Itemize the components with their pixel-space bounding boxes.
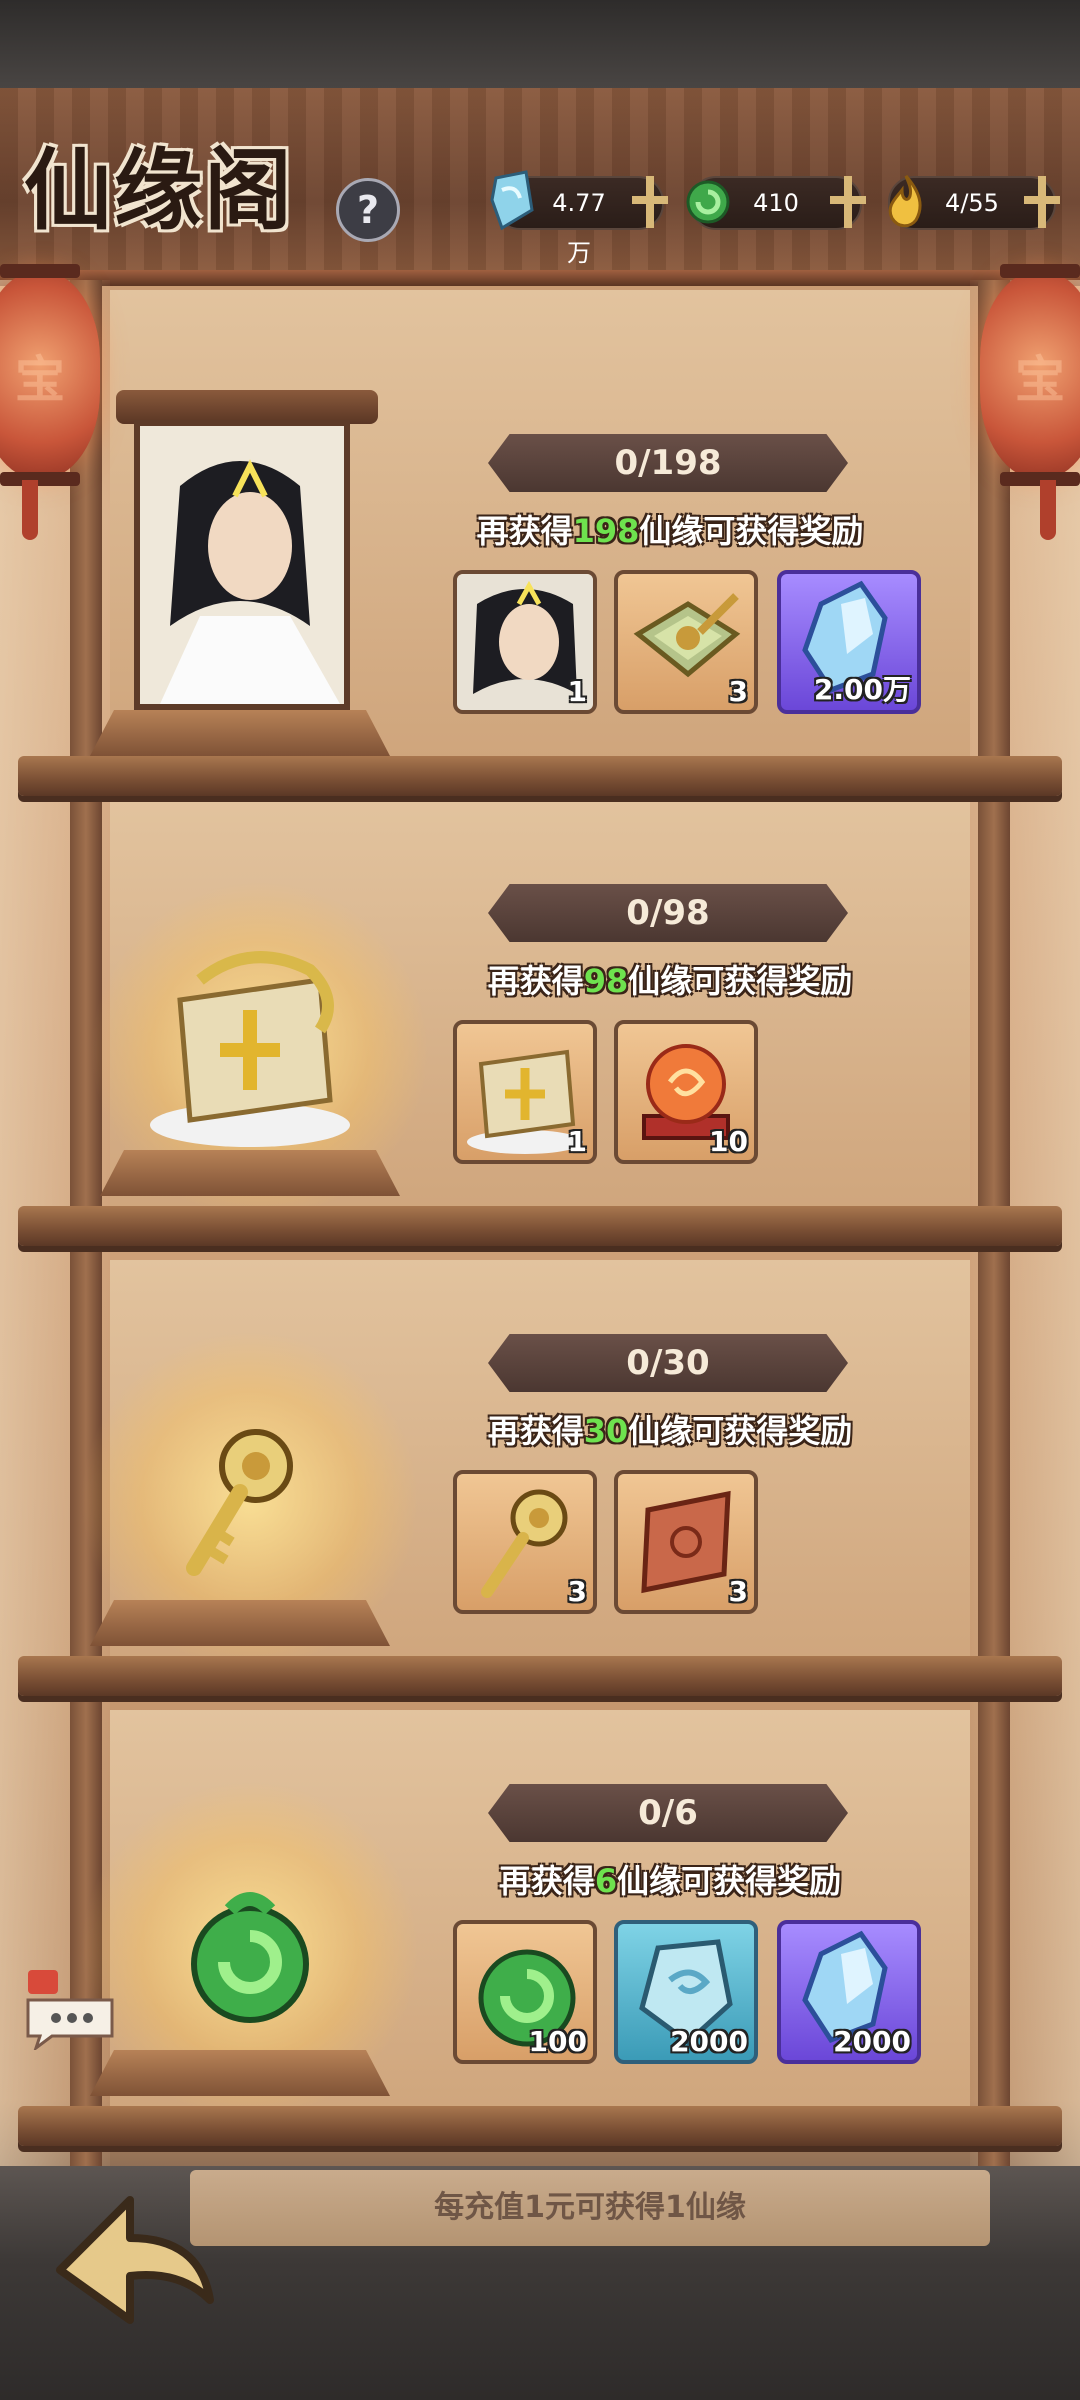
tier-1-reward-crystal[interactable]: 2.00万 (777, 570, 921, 714)
jade-coil-icon (191, 1892, 309, 2023)
golden-key-feature[interactable] (170, 1420, 310, 1580)
lantern-left-text: 宝 (15, 350, 65, 409)
tier-2-progress-banner: 0/98 (488, 884, 848, 942)
tier-3-desc-prefix: 再获得 (487, 1412, 584, 1450)
pedestal-3 (90, 1600, 390, 1646)
tier-3-desc-suffix: 仙缘可获得奖励 (628, 1412, 853, 1450)
currency-gold-value: 4/55 (945, 189, 999, 217)
page-title: 仙缘阁 (24, 138, 295, 242)
tier-4-desc-prefix: 再获得 (498, 1862, 595, 1900)
tier-2-reward-emblem[interactable]: 1 (453, 1020, 597, 1164)
tier-2-reward-orb[interactable]: 10 (614, 1020, 758, 1164)
chat-notification-button[interactable] (22, 1970, 118, 2053)
dragon-emblem-feature[interactable] (140, 940, 360, 1150)
jade-coil-feature[interactable] (170, 1880, 320, 2030)
lantern-left: 宝 (0, 264, 100, 486)
tier-1-desc-number: 198 (572, 512, 640, 550)
tier-2-description: 再获得98仙缘可获得奖励 (420, 956, 920, 1002)
lantern-right-text: 宝 (1015, 350, 1065, 409)
tier-2-desc-prefix: 再获得 (487, 962, 584, 1000)
tier-3-reward-key[interactable]: 3 (453, 1470, 597, 1614)
tier-1-desc-suffix: 仙缘可获得奖励 (639, 512, 864, 550)
tier-3-progress-banner: 0/30 (488, 1334, 848, 1392)
crystal-icon (486, 170, 538, 232)
currency-jade[interactable]: 410 (686, 176, 866, 230)
gold-flame-icon (880, 170, 932, 232)
golden-key-icon (186, 1429, 293, 1576)
tier-3-reward-scroll[interactable]: 3 (614, 1470, 758, 1614)
tier-4-desc-number: 6 (594, 1862, 618, 1900)
tier-4-desc-suffix: 仙缘可获得奖励 (617, 1862, 842, 1900)
tier-1-progress: 0/198 (614, 443, 722, 483)
tier-4-reward-blue-crystal[interactable]: 2000 (614, 1920, 758, 2064)
hero-portrait-frame[interactable] (134, 420, 350, 710)
currency-crystal[interactable]: 4.77万 (490, 170, 668, 267)
tier-3-description: 再获得30仙缘可获得奖励 (420, 1406, 920, 1452)
tier-1-reward-crystal-qty: 2.00万 (813, 673, 911, 706)
currency-crystal-value: 4.77万 (552, 189, 606, 267)
tier-1-reward-token-qty: 3 (728, 675, 748, 708)
tier-4-progress-banner: 0/6 (488, 1784, 848, 1842)
lantern-tassel-left (22, 480, 38, 540)
tier-1-reward-hero[interactable]: 1 (453, 570, 597, 714)
tier-3-desc-number: 30 (583, 1412, 629, 1450)
tier-3-reward-key-qty: 3 (567, 1575, 587, 1608)
tier-2-desc-number: 98 (583, 962, 629, 1000)
tier-1-progress-banner: 0/198 (488, 434, 848, 492)
hero-portrait-icon (140, 426, 344, 704)
pedestal-1 (90, 710, 390, 756)
roof-trim (0, 270, 1080, 286)
tier-4-description: 再获得6仙缘可获得奖励 (420, 1856, 920, 1902)
tier-4-reward-crystal[interactable]: 2000 (777, 1920, 921, 2064)
tier-2-desc-suffix: 仙缘可获得奖励 (628, 962, 853, 1000)
shelf-2 (18, 1206, 1062, 1246)
tier-1-desc-prefix: 再获得 (476, 512, 573, 550)
add-gold-icon[interactable] (1020, 172, 1064, 232)
portrait-scroll-rod (116, 390, 378, 424)
tier-4-reward-jade[interactable]: 100 (453, 1920, 597, 2064)
jade-coil-icon (682, 170, 734, 232)
lantern-right: 宝 (980, 264, 1080, 486)
lantern-tassel-right (1040, 480, 1056, 540)
tier-4-reward-crystal-qty: 2000 (833, 2025, 911, 2058)
currency-jade-value: 410 (753, 189, 799, 217)
recharge-info-text: 每充值1元可获得1仙缘 (434, 2190, 746, 2225)
tier-1-description: 再获得198仙缘可获得奖励 (420, 506, 920, 552)
tier-1-reward-hero-qty: 1 (567, 675, 587, 708)
shelf-1 (18, 756, 1062, 796)
tier-3-progress: 0/30 (626, 1343, 710, 1383)
dragon-emblem-icon (150, 951, 350, 1147)
currency-gold[interactable]: 4/55 (888, 175, 1060, 230)
chat-bubble-icon (26, 1970, 114, 2053)
back-arrow-icon (56, 2196, 214, 2324)
help-button[interactable]: ? (336, 178, 400, 242)
status-bar-area (0, 0, 1080, 88)
add-crystal-icon[interactable] (628, 172, 672, 232)
tier-2-reward-orb-qty: 10 (709, 1125, 748, 1158)
tier-4-reward-jade-qty: 100 (528, 2025, 587, 2058)
tier-2-reward-emblem-qty: 1 (567, 1125, 587, 1158)
add-jade-icon[interactable] (826, 172, 870, 232)
shelf-3 (18, 1656, 1062, 1696)
tier-4-reward-blue-crystal-qty: 2000 (670, 2025, 748, 2058)
back-button[interactable] (30, 2180, 230, 2340)
recharge-info-strip: 每充值1元可获得1仙缘 (190, 2170, 990, 2246)
tier-3-reward-scroll-qty: 3 (728, 1575, 748, 1608)
pedestal-2 (100, 1150, 400, 1196)
pedestal-4 (90, 2050, 390, 2096)
tier-1-reward-token[interactable]: 3 (614, 570, 758, 714)
shelf-4 (18, 2106, 1062, 2146)
tier-2-progress: 0/98 (626, 893, 710, 933)
tier-4-progress: 0/6 (638, 1793, 698, 1833)
